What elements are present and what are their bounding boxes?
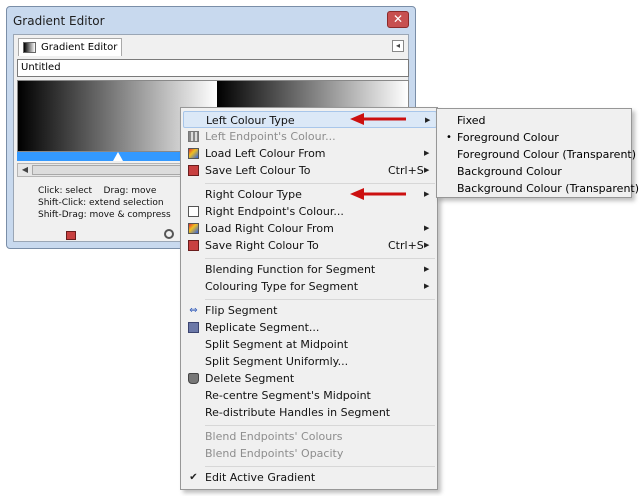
- submenu-arrow-icon: ▶: [424, 265, 430, 273]
- panel-menu-icon[interactable]: ◂: [392, 40, 404, 52]
- submenu-item-background[interactable]: Background Colour: [439, 163, 631, 180]
- menu-item-delete-segment[interactable]: Delete Segment: [183, 370, 437, 387]
- menu-item-label: Right Colour Type: [205, 188, 302, 201]
- delete-icon: [188, 373, 199, 384]
- submenu-item-label: Background Colour: [457, 165, 562, 178]
- hint-line: Shift-Click: extend selection: [38, 198, 164, 208]
- submenu-arrow-icon: ▶: [424, 166, 430, 174]
- zoom-icon[interactable]: [164, 229, 174, 239]
- menu-item-blending-function[interactable]: Blending Function for Segment ▶: [183, 261, 437, 278]
- annotation-arrow-icon: [350, 113, 406, 125]
- submenu-arrow-icon: ▶: [424, 282, 430, 290]
- submenu-arrow-icon: ▶: [424, 224, 430, 232]
- menu-item-label: Save Left Colour To: [205, 164, 311, 177]
- menu-item-edit-active-gradient[interactable]: ✔ Edit Active Gradient: [183, 469, 437, 486]
- menu-item-label: Blend Endpoints' Colours: [205, 430, 343, 443]
- save-icon: [188, 165, 199, 176]
- menu-item-blend-opacity[interactable]: Blend Endpoints' Opacity: [183, 445, 437, 462]
- menu-item-label: Split Segment at Midpoint: [205, 338, 349, 351]
- load-icon: [188, 223, 199, 234]
- usage-hints: Click: select Drag: move Shift-Click: ex…: [38, 185, 171, 221]
- scroll-left-icon[interactable]: ◀: [18, 164, 32, 176]
- menu-item-split-uniformly[interactable]: Split Segment Uniformly...: [183, 353, 437, 370]
- menu-separator: [205, 425, 435, 426]
- menu-item-label: Re-distribute Handles in Segment: [205, 406, 391, 419]
- menu-item-label: Flip Segment: [205, 304, 278, 317]
- menu-separator: [205, 466, 435, 467]
- close-button[interactable]: ✕: [387, 11, 409, 28]
- menu-item-label: Split Segment Uniformly...: [205, 355, 349, 368]
- submenu-item-foreground[interactable]: • Foreground Colour: [439, 129, 631, 146]
- menu-item-save-left-colour[interactable]: Save Left Colour To Ctrl+S ▶: [183, 162, 437, 179]
- flip-icon: ⇔: [189, 305, 198, 316]
- menu-item-label: Replicate Segment...: [205, 321, 320, 334]
- menu-item-label: Load Left Colour From: [205, 147, 326, 160]
- menu-item-label: Left Colour Type: [206, 114, 295, 127]
- menu-item-load-left-colour[interactable]: Load Left Colour From ▶: [183, 145, 437, 162]
- menu-item-colouring-type[interactable]: Colouring Type for Segment ▶: [183, 278, 437, 295]
- menu-separator: [205, 299, 435, 300]
- submenu-item-label: Background Colour (Transparent): [457, 182, 640, 195]
- menu-separator: [205, 183, 435, 184]
- menu-item-left-endpoint-colour[interactable]: Left Endpoint's Colour...: [183, 128, 437, 145]
- menu-item-blend-colours[interactable]: Blend Endpoints' Colours: [183, 428, 437, 445]
- load-icon: [188, 148, 199, 159]
- left-colour-type-submenu: Fixed • Foreground Colour Foreground Col…: [436, 108, 639, 198]
- hint-line: Shift-Drag: move & compress: [38, 210, 171, 220]
- submenu-item-label: Foreground Colour: [457, 131, 559, 144]
- checkbox-icon: [188, 206, 199, 217]
- menu-item-label: Right Endpoint's Colour...: [205, 205, 344, 218]
- submenu-item-foreground-transparent[interactable]: Foreground Colour (Transparent): [439, 146, 636, 163]
- menu-item-label: Delete Segment: [205, 372, 295, 385]
- midpoint-handle[interactable]: [113, 152, 123, 161]
- shortcut-label: Ctrl+S: [388, 239, 424, 252]
- menu-item-replicate-segment[interactable]: Replicate Segment...: [183, 319, 437, 336]
- grid-icon: [188, 131, 199, 142]
- menu-item-save-right-colour[interactable]: Save Right Colour To Ctrl+S ▶: [183, 237, 437, 254]
- submenu-item-label: Fixed: [457, 114, 486, 127]
- menu-item-redistribute-handles[interactable]: Re-distribute Handles in Segment: [183, 404, 437, 421]
- menu-item-split-midpoint[interactable]: Split Segment at Midpoint: [183, 336, 437, 353]
- menu-item-label: Left Endpoint's Colour...: [205, 130, 336, 143]
- gradient-icon: [23, 42, 36, 53]
- save-icon: [188, 240, 199, 251]
- menu-item-label: Blending Function for Segment: [205, 263, 376, 276]
- menu-item-flip-segment[interactable]: ⇔ Flip Segment: [183, 302, 437, 319]
- check-icon: ✔: [189, 472, 198, 483]
- menu-item-recentre-midpoint[interactable]: Re-centre Segment's Midpoint: [183, 387, 437, 404]
- menu-item-label: Colouring Type for Segment: [205, 280, 359, 293]
- menu-item-label: Edit Active Gradient: [205, 471, 316, 484]
- menu-item-label: Blend Endpoints' Opacity: [205, 447, 344, 460]
- submenu-arrow-icon: ▶: [424, 149, 430, 157]
- menu-separator: [205, 258, 435, 259]
- menu-item-label: Re-centre Segment's Midpoint: [205, 389, 371, 402]
- tab-gradient-editor[interactable]: Gradient Editor: [18, 38, 122, 56]
- menu-item-right-endpoint-colour[interactable]: Right Endpoint's Colour...: [183, 203, 437, 220]
- submenu-arrow-icon: ▶: [424, 190, 430, 198]
- submenu-arrow-icon: ▶: [424, 241, 430, 249]
- submenu-arrow-icon: ▶: [425, 116, 431, 124]
- window-title: Gradient Editor: [13, 14, 105, 28]
- save-icon[interactable]: [66, 231, 76, 240]
- shortcut-label: Ctrl+S: [388, 164, 424, 177]
- replicate-icon: [188, 322, 199, 333]
- tab-label: Gradient Editor: [41, 42, 118, 53]
- gradient-name-input[interactable]: Untitled: [17, 59, 409, 77]
- menu-item-label: Save Right Colour To: [205, 239, 319, 252]
- annotation-arrow-icon: [350, 188, 406, 200]
- submenu-item-background-transparent[interactable]: Background Colour (Transparent): [439, 180, 639, 197]
- hint-line: Click: select Drag: move: [38, 186, 157, 196]
- radio-bullet-icon: •: [446, 132, 452, 143]
- menu-item-label: Load Right Colour From: [205, 222, 334, 235]
- context-menu: Left Colour Type ▶ Left Endpoint's Colou…: [180, 107, 438, 490]
- menu-item-load-right-colour[interactable]: Load Right Colour From ▶: [183, 220, 437, 237]
- submenu-item-fixed[interactable]: Fixed: [439, 112, 631, 129]
- submenu-item-label: Foreground Colour (Transparent): [457, 148, 637, 161]
